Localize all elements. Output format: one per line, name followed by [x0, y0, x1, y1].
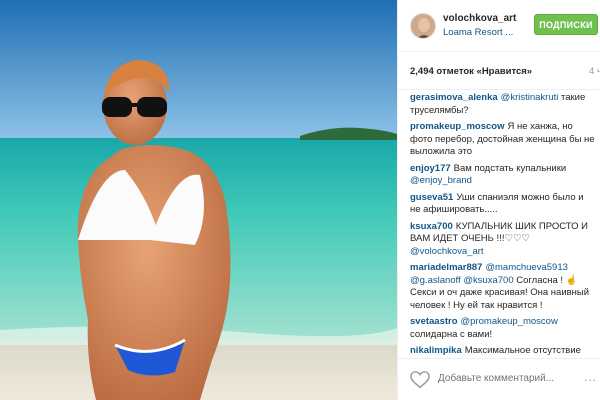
comment-text: Максимальное отсутствие	[464, 345, 581, 356]
avatar-image	[411, 14, 435, 38]
comment-mention[interactable]: @mamchueva5913	[485, 262, 568, 273]
comment-mention[interactable]: @volochkova_art	[410, 246, 484, 257]
comment-username[interactable]: mariadelmar887	[410, 262, 482, 273]
comment-item: guseva51 Уши спаниэля можно было и не афи…	[410, 192, 596, 217]
comment-item: gerasimova_alenka @kristinakruti такие тр…	[410, 92, 596, 117]
more-options-icon[interactable]: ...	[584, 370, 597, 384]
avatar[interactable]	[410, 13, 436, 39]
comment-item: ksuxa700 КУПАЛЬНИК ШИК ПРОСТО И ВАМ ИДЕТ …	[410, 221, 596, 259]
comment-username[interactable]: enjoy177	[410, 163, 451, 174]
heart-icon[interactable]	[410, 371, 430, 389]
comment-item: mariadelmar887 @mamchueva5913 @g.aslanoff…	[410, 262, 596, 312]
likes-count[interactable]: 2,494 отметок «Нравится»	[410, 66, 532, 77]
post-photo[interactable]	[0, 0, 397, 400]
comment-mention[interactable]: @ksuxa700	[463, 275, 513, 286]
comment-username[interactable]: ksuxa700	[410, 221, 453, 232]
follow-button[interactable]: Подписки	[534, 14, 598, 35]
comment-mention[interactable]: @g.aslanoff	[410, 275, 461, 286]
comment-username[interactable]: gerasimova_alenka	[410, 92, 498, 103]
comment-item: svetaastro @promakeup_moscow солидарна с …	[410, 316, 596, 341]
post-time[interactable]: 4 ч	[589, 66, 600, 77]
comment-username[interactable]: guseva51	[410, 192, 453, 203]
comments-list: gerasimova_alenka @kristinakruti такие тр…	[410, 92, 596, 358]
post-footer: ...	[398, 358, 600, 400]
comment-item: nikalimpika Максимальное отсутствие	[410, 345, 596, 358]
comment-text: Вам подстать купальники	[453, 162, 567, 174]
post-stats: 2,494 отметок «Нравится» 4 ч	[398, 52, 600, 90]
post-header: volochkova_art Loama Resort ... Подписки	[398, 0, 600, 52]
comment-mention[interactable]: @promakeup_moscow	[461, 316, 558, 327]
beach-photo-image	[0, 0, 397, 400]
comment-item: promakeup_moscow Я не ханжа, но фото пере…	[410, 121, 596, 159]
location-link[interactable]: Loama Resort ...	[443, 27, 513, 38]
comment-text: солидарна с вами!	[410, 328, 493, 340]
comment-username[interactable]: svetaastro	[410, 316, 458, 327]
comment-item: enjoy177 Вам подстать купальники @enjoy_b…	[410, 163, 596, 188]
comment-mention[interactable]: @kristinakruti	[501, 92, 559, 103]
add-comment-input[interactable]	[438, 373, 588, 384]
comment-username[interactable]: promakeup_moscow	[410, 121, 505, 132]
post-side-panel: volochkova_art Loama Resort ... Подписки…	[397, 0, 600, 400]
comment-username[interactable]: nikalimpika	[410, 345, 462, 356]
comment-mention[interactable]: @enjoy_brand	[410, 175, 472, 186]
username-link[interactable]: volochkova_art	[443, 13, 516, 24]
